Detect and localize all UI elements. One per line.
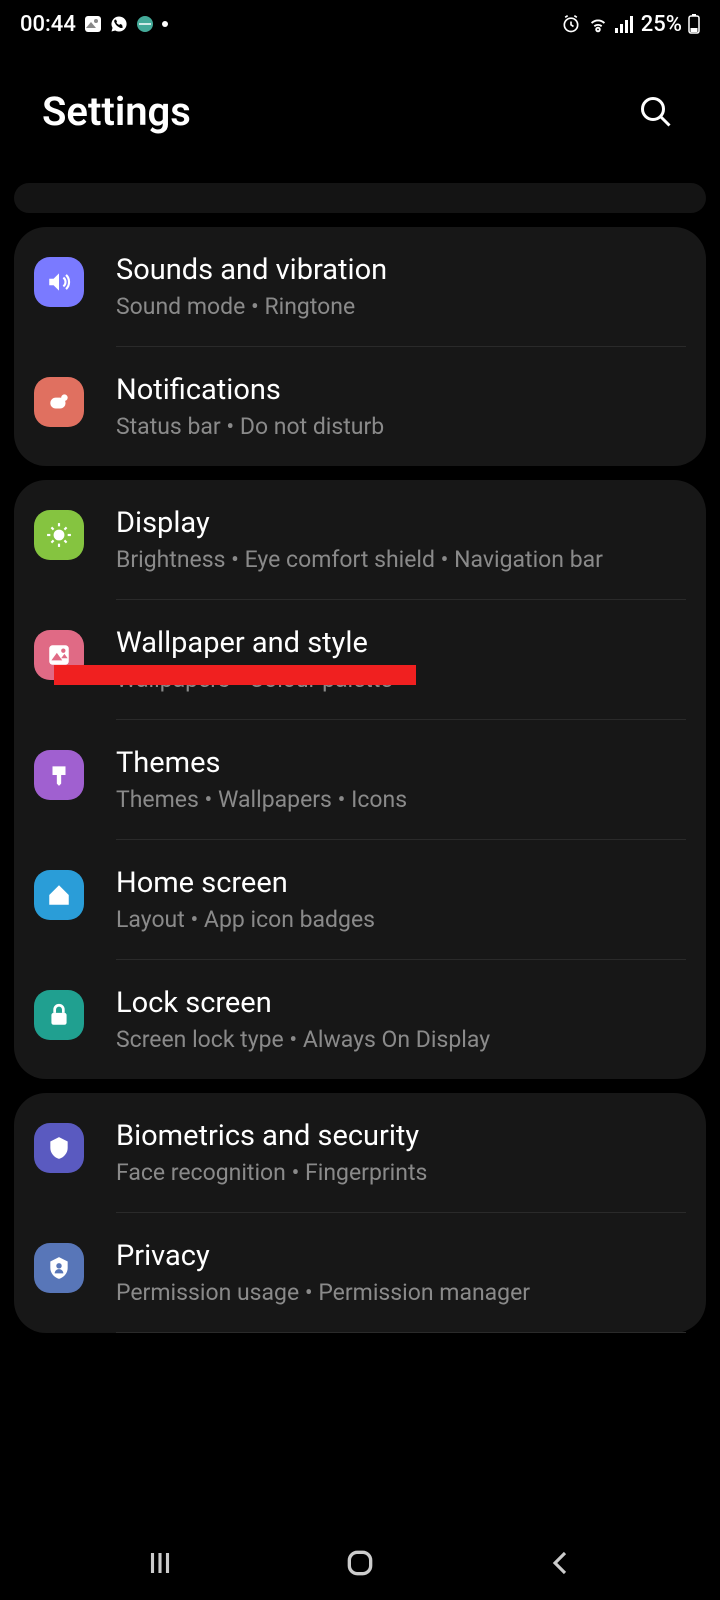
app-icon [136, 15, 154, 33]
settings-group: Display Brightness • Eye comfort shield … [14, 480, 706, 1079]
shield-icon [34, 1123, 84, 1173]
settings-item-notifications[interactable]: Notifications Status bar • Do not distur… [14, 347, 706, 466]
settings-group: Biometrics and security Face recognition… [14, 1093, 706, 1333]
divider [116, 1332, 686, 1333]
battery-text: 25% [641, 12, 682, 37]
alarm-icon [561, 14, 581, 34]
home-icon [34, 870, 84, 920]
header: Settings [0, 48, 720, 175]
item-title: Biometrics and security [116, 1119, 686, 1153]
nav-home-button[interactable] [330, 1533, 390, 1593]
item-subtitle: Face recognition • Fingerprints [116, 1159, 686, 1186]
display-icon [34, 510, 84, 560]
item-subtitle: Sound mode • Ringtone [116, 293, 686, 320]
item-title: Notifications [116, 373, 686, 407]
search-icon [638, 94, 674, 130]
item-title: Display [116, 506, 686, 540]
more-notif-icon [162, 21, 168, 27]
signal-icon [615, 15, 635, 33]
search-button[interactable] [634, 90, 678, 134]
settings-item-homescreen[interactable]: Home screen Layout • App icon badges [14, 840, 706, 959]
item-title: Themes [116, 746, 686, 780]
home-nav-icon [344, 1547, 376, 1579]
status-time: 00:44 [20, 12, 76, 37]
item-subtitle: Brightness • Eye comfort shield • Naviga… [116, 546, 686, 573]
gallery-icon [84, 15, 102, 33]
settings-item-wallpaper[interactable]: Wallpaper and style Wallpapers • Colour … [14, 600, 706, 719]
recents-icon [145, 1548, 175, 1578]
status-bar: 00:44 25% [0, 0, 720, 48]
lock-icon [34, 990, 84, 1040]
settings-item-lockscreen[interactable]: Lock screen Screen lock type • Always On… [14, 960, 706, 1079]
item-subtitle: Permission usage • Permission manager [116, 1279, 686, 1306]
highlight-annotation [54, 665, 416, 685]
nav-back-button[interactable] [530, 1533, 590, 1593]
item-title: Wallpaper and style [116, 626, 686, 660]
back-icon [545, 1548, 575, 1578]
privacy-icon [34, 1243, 84, 1293]
battery-icon [688, 14, 700, 34]
settings-item-sounds[interactable]: Sounds and vibration Sound mode • Ringto… [14, 227, 706, 346]
settings-item-themes[interactable]: Themes Themes • Wallpapers • Icons [14, 720, 706, 839]
notification-icon [34, 377, 84, 427]
settings-item-privacy[interactable]: Privacy Permission usage • Permission ma… [14, 1213, 706, 1332]
nav-recents-button[interactable] [130, 1533, 190, 1593]
themes-icon [34, 750, 84, 800]
item-title: Home screen [116, 866, 686, 900]
item-title: Lock screen [116, 986, 686, 1020]
item-title: Privacy [116, 1239, 686, 1273]
wifi-icon [587, 14, 609, 34]
item-subtitle: Themes • Wallpapers • Icons [116, 786, 686, 813]
sound-icon [34, 257, 84, 307]
item-title: Sounds and vibration [116, 253, 686, 287]
item-subtitle: Status bar • Do not disturb [116, 413, 686, 440]
page-title: Settings [42, 88, 191, 135]
item-subtitle: Layout • App icon badges [116, 906, 686, 933]
item-subtitle: Screen lock type • Always On Display [116, 1026, 686, 1053]
settings-item-display[interactable]: Display Brightness • Eye comfort shield … [14, 480, 706, 599]
whatsapp-icon [110, 15, 128, 33]
settings-item-biometrics[interactable]: Biometrics and security Face recognition… [14, 1093, 706, 1212]
settings-group: Sounds and vibration Sound mode • Ringto… [14, 227, 706, 466]
search-bar[interactable] [14, 183, 706, 213]
navigation-bar [0, 1526, 720, 1600]
